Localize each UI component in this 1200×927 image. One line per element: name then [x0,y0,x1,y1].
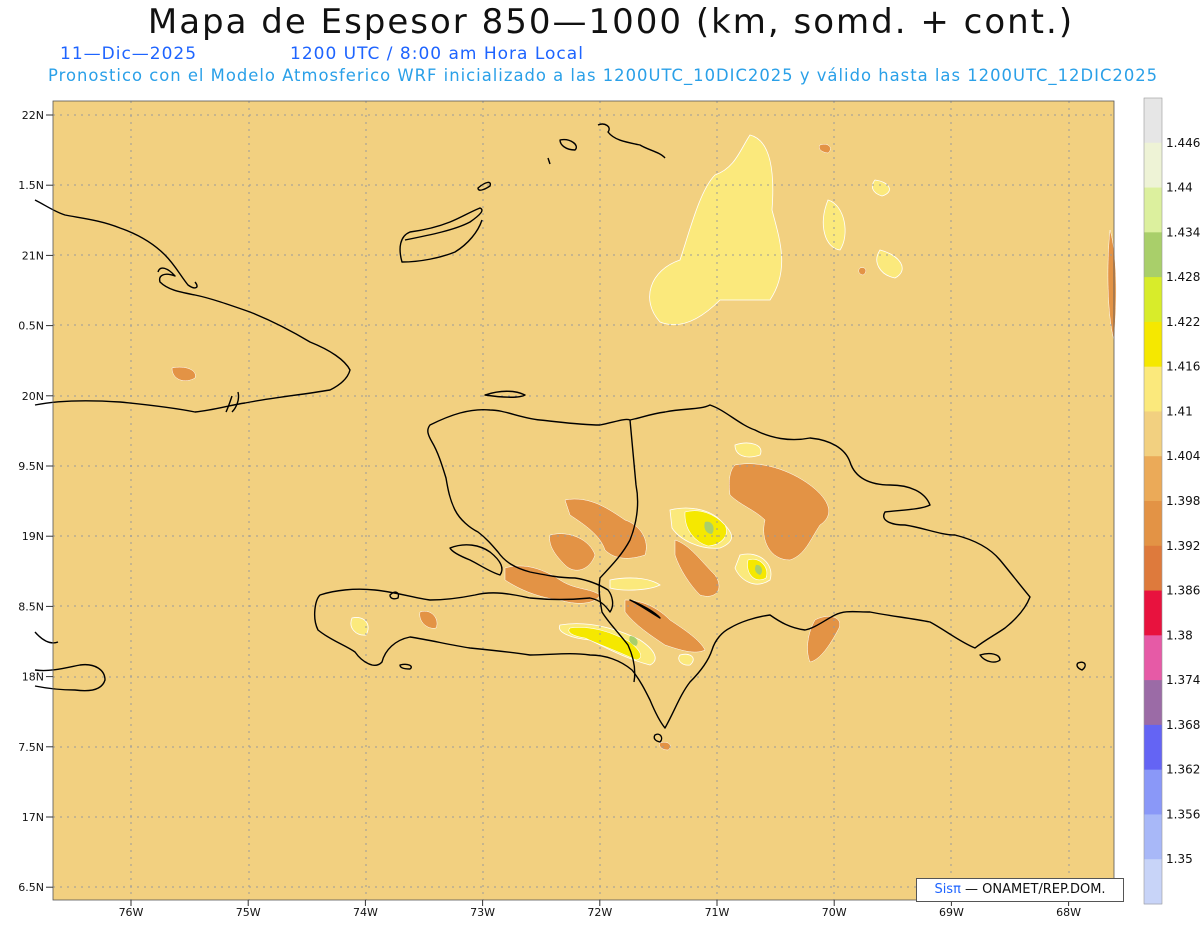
lon-label: 71W [705,906,730,919]
colorbar-swatch [1144,456,1162,502]
lat-label: 9.5N [18,460,44,473]
lat-label: 7.5N [18,741,44,754]
colorbar-label: 1.41 [1166,404,1193,418]
colorbar-swatch [1144,187,1162,233]
lon-label: 74W [353,906,378,919]
lon-label: 70W [822,906,847,919]
colorbar-label: 1.38 [1166,628,1193,642]
colorbar-label: 1.356 [1166,807,1200,821]
lon-label: 68W [1056,906,1081,919]
colorbar-label: 1.392 [1166,539,1200,553]
sis-logo-text: Sisπ [934,882,961,897]
colorbar-swatch [1144,501,1162,547]
colorbar-label: 1.404 [1166,449,1200,463]
colorbar-label: 1.35 [1166,852,1193,866]
lat-label: 0.5N [18,320,44,333]
lon-label: 73W [470,906,495,919]
lat-label: 6.5N [18,881,44,894]
colorbar-label: 1.416 [1166,360,1200,374]
latitude-labels: 22N 1.5N 21N 0.5N 20N 9.5N 19N 8.5N 18N 7.5N 17N 6.… [18,109,53,894]
credit-text: — ONAMET/REP.DOM. [960,882,1106,897]
colorbar-label: 1.374 [1166,673,1200,687]
colorbar-swatch [1144,680,1162,726]
colorbar-label: 1.386 [1166,584,1200,598]
colorbar-swatch [1144,635,1162,681]
colorbar-swatch [1144,366,1162,412]
colorbar-swatch [1144,232,1162,278]
lat-label: 1.5N [18,179,44,192]
colorbar-swatch [1144,814,1162,860]
colorbar-label: 1.368 [1166,718,1200,732]
colorbar-swatch [1144,545,1162,592]
colorbar-swatch [1144,321,1162,368]
colorbar-swatch [1144,724,1162,771]
colorbar-label: 1.446 [1166,136,1200,150]
colorbar-label: 1.398 [1166,494,1200,508]
lat-label: 22N [22,109,44,122]
lat-label: 8.5N [18,600,44,613]
colorbar-label: 1.362 [1166,763,1200,777]
lon-label: 72W [587,906,612,919]
lat-label: 17N [22,811,44,824]
lat-label: 19N [22,530,44,543]
colorbar-swatch [1144,98,1162,144]
lat-label: 20N [22,390,44,403]
lon-label: 75W [236,906,261,919]
lon-label: 69W [939,906,964,919]
colorbar: 1.446 1.44 1.434 1.428 1.422 1.416 1.41 1.404 1.… [1143,97,1200,905]
colorbar-label: 1.44 [1166,181,1193,195]
lat-label: 18N [22,671,44,684]
colorbar-swatch [1144,142,1162,189]
colorbar-swatch [1144,859,1162,905]
thickness-map: 22N 1.5N 21N 0.5N 20N 9.5N 19N 8.5N 18N 7.5N 17N 6.… [18,97,1200,919]
lon-label: 76W [119,906,144,919]
credit-box: Sisπ — ONAMET/REP.DOM. [916,878,1124,902]
colorbar-label: 1.422 [1166,315,1200,329]
colorbar-swatch [1144,590,1162,636]
colorbar-swatch [1144,769,1162,815]
colorbar-swatch [1144,411,1162,457]
longitude-labels: 76W 75W 74W 73W 72W 71W 70W 69W 68W [119,900,1081,919]
colorbar-swatch [1144,277,1162,323]
colorbar-label: 1.434 [1166,225,1200,239]
colorbar-label: 1.428 [1166,270,1200,284]
lat-label: 21N [22,249,44,262]
